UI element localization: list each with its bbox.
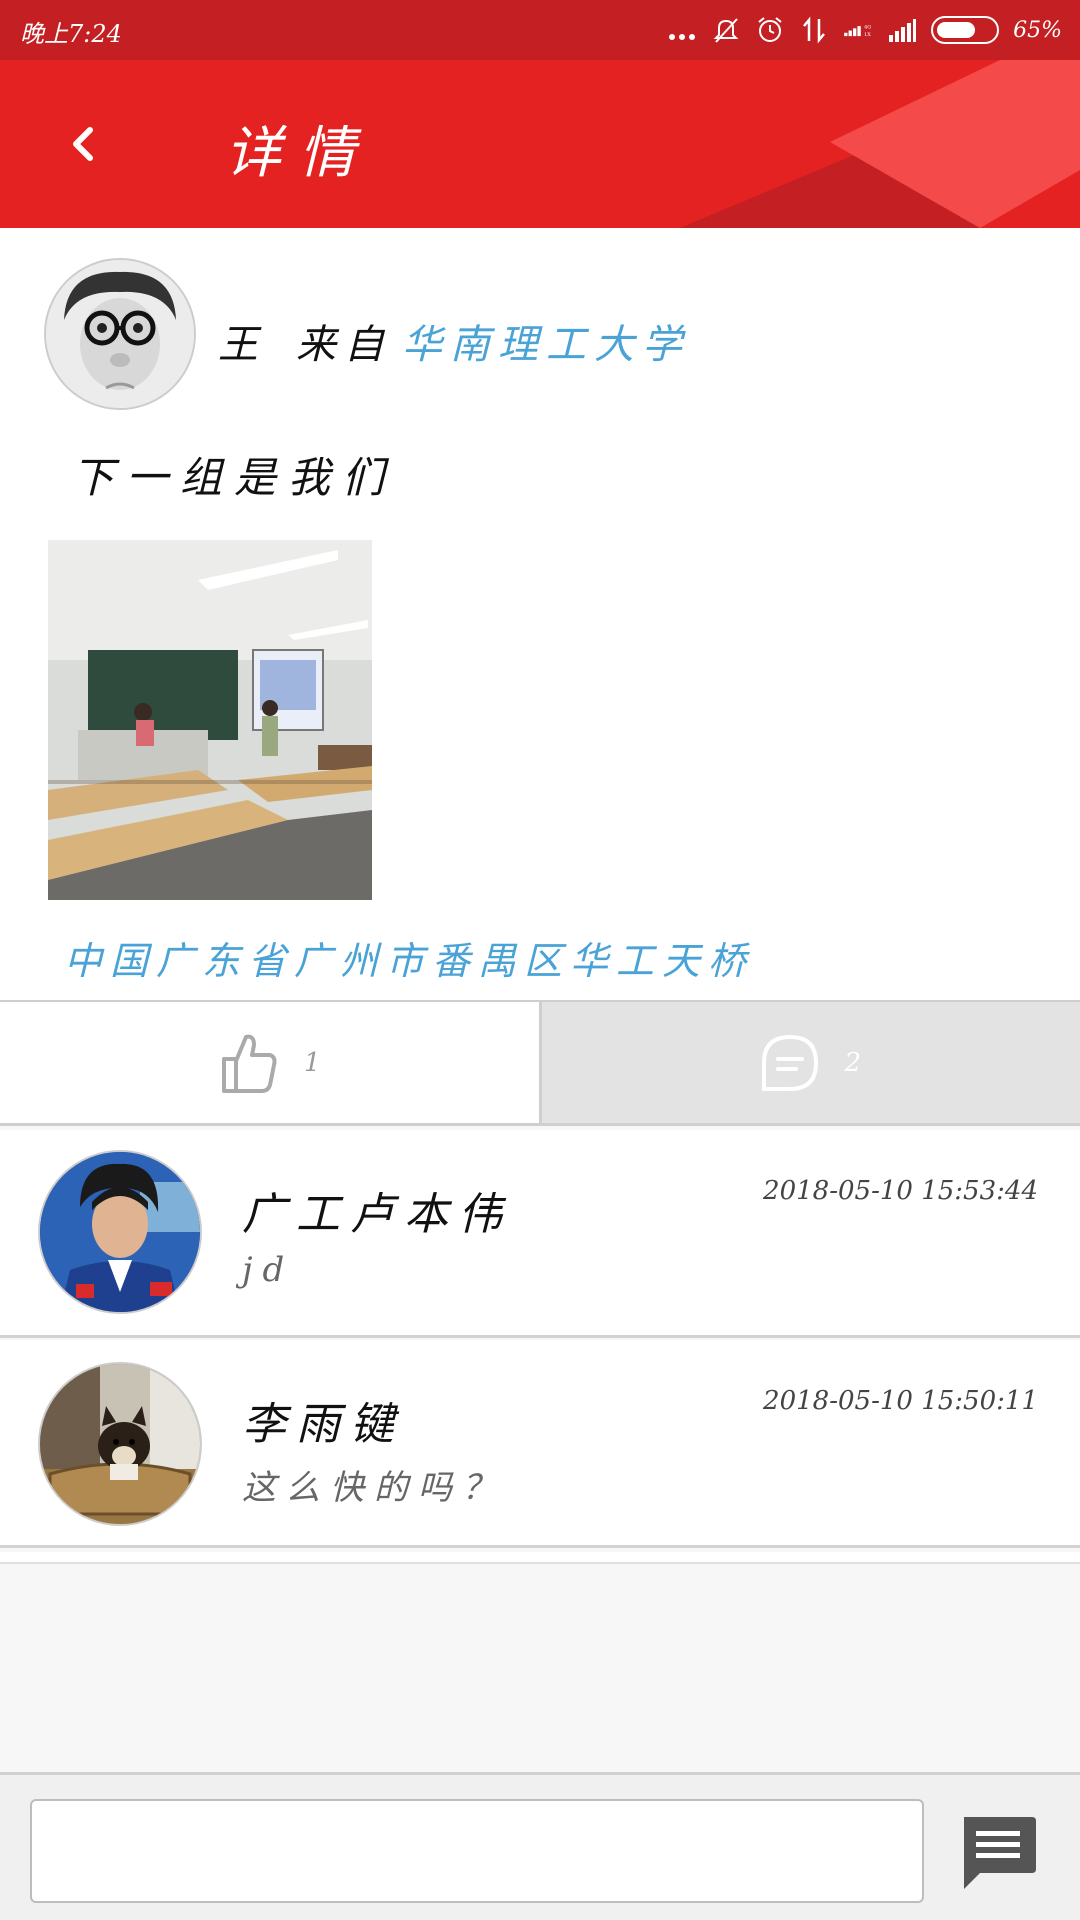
comment-input[interactable] <box>30 1799 924 1903</box>
comment-author[interactable]: 李雨键 <box>242 1388 404 1452</box>
comment-item[interactable]: 李雨键 2018-05-10 15:50:11 这么快的吗？ <box>0 1340 1080 1548</box>
svg-text:1X: 1X <box>864 32 871 38</box>
post-card: 王来自 华南理工大学 下一组是我们 中国广东省广州市番禺区华工天桥 <box>0 228 1080 1000</box>
author-avatar[interactable] <box>44 258 196 410</box>
comment-time: 2018-05-10 15:50:11 <box>763 1386 1038 1416</box>
comment-count: 2 <box>844 1047 862 1078</box>
post-actions: 1 2 <box>0 1000 1080 1126</box>
mute-icon <box>713 18 739 43</box>
comment-author[interactable]: 广工卢本伟 <box>242 1178 512 1242</box>
author-name[interactable]: 王 <box>218 322 266 368</box>
status-icons: 4G 1X 65% <box>667 10 1062 50</box>
commenter-avatar[interactable] <box>38 1150 202 1314</box>
more-dots-icon <box>669 34 696 40</box>
author-line: 王来自 华南理工大学 <box>218 312 690 370</box>
thumbs-up-icon <box>221 1034 277 1093</box>
comment-text: jd <box>242 1250 295 1290</box>
author-avatar-image <box>46 260 194 408</box>
from-label: 来自 <box>296 322 392 368</box>
chevron-left-icon[interactable] <box>60 112 120 176</box>
alarm-icon <box>758 17 782 42</box>
commenter-avatar[interactable] <box>38 1362 202 1526</box>
post-text: 下一组是我们 <box>72 453 397 502</box>
data-transfer-icon <box>803 16 826 44</box>
comment-time: 2018-05-10 15:53:44 <box>763 1176 1038 1206</box>
comment-input-bar <box>0 1772 1080 1920</box>
signal-4g-icon: 4G1X <box>844 24 871 38</box>
post-location[interactable]: 中国广东省广州市番禺区华工天桥 <box>64 930 754 985</box>
classroom-photo <box>48 540 372 900</box>
battery-percent: 65% <box>1013 17 1062 43</box>
like-button[interactable]: 1 <box>0 1002 542 1123</box>
app-header: 详情 <box>0 60 1080 228</box>
commenter-avatar-image <box>40 1364 200 1524</box>
svg-text:4G: 4G <box>864 24 871 30</box>
commenter-avatar-image <box>40 1152 200 1312</box>
header-decoration <box>680 60 1080 228</box>
battery-fill <box>937 22 976 38</box>
battery-icon <box>931 16 1000 44</box>
speech-bubble-icon <box>762 1034 819 1091</box>
post-photo[interactable] <box>48 540 372 900</box>
list-footer-divider <box>0 1552 1080 1564</box>
message-icon[interactable] <box>958 1813 1038 1893</box>
comment-button[interactable]: 2 <box>541 1002 1080 1123</box>
status-time: 晚上7:24 <box>20 20 122 48</box>
page-title: 详情 <box>225 121 373 186</box>
status-bar: 晚上7:24 4G 1X 65% <box>0 0 1080 60</box>
signal-icon <box>889 19 917 42</box>
comment-text: 这么快的吗？ <box>242 1468 506 1508</box>
like-count: 1 <box>303 1047 321 1078</box>
comment-item[interactable]: 广工卢本伟 2018-05-10 15:53:44 jd <box>0 1130 1080 1338</box>
school-link[interactable]: 华南理工大学 <box>402 322 690 368</box>
